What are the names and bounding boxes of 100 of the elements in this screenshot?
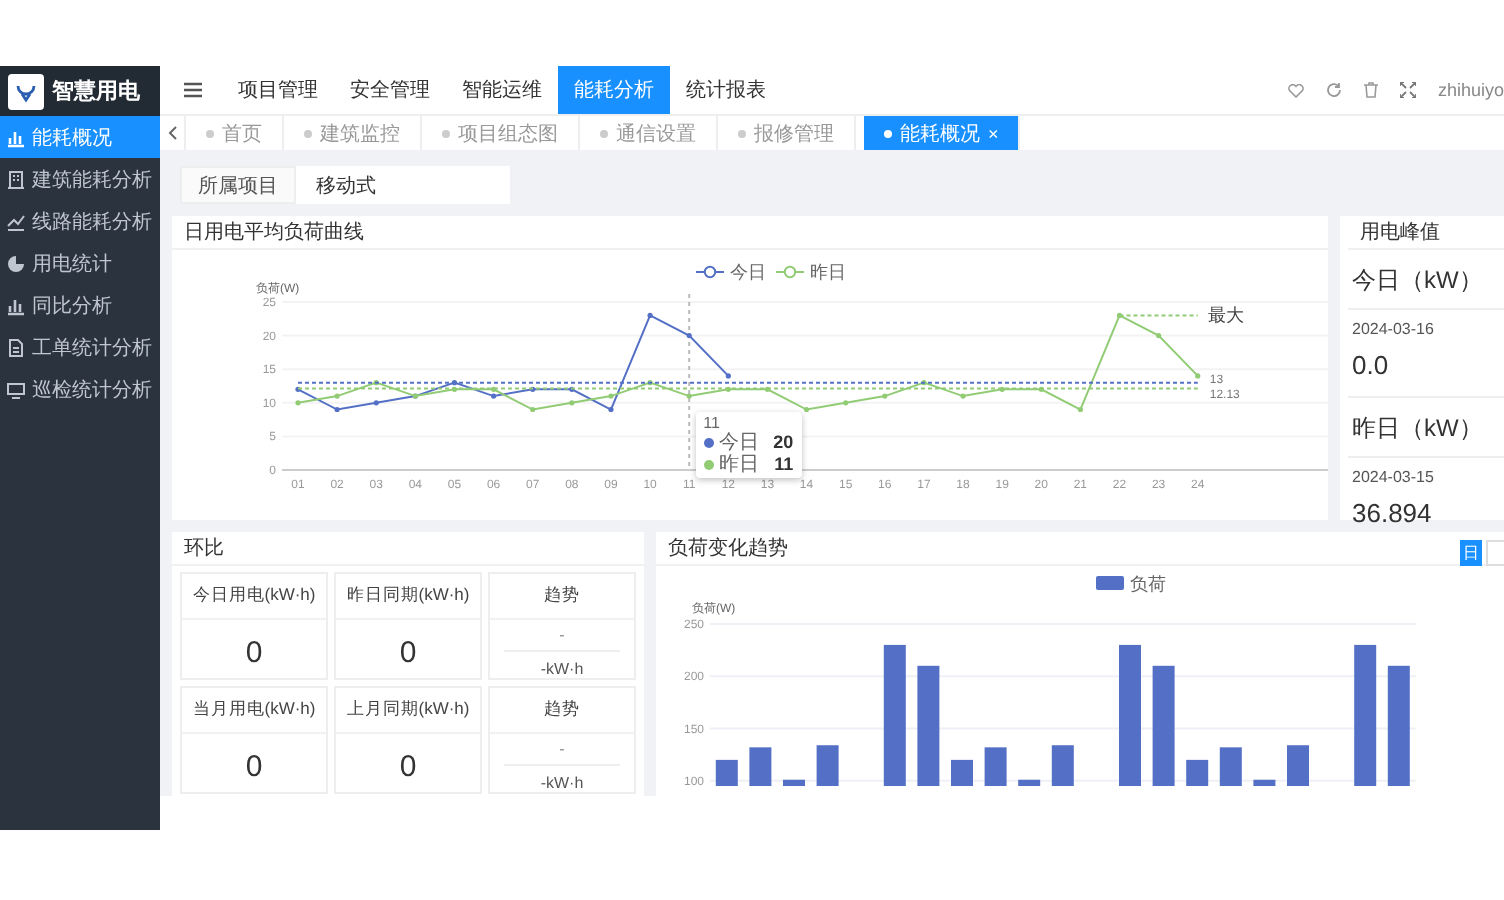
bar: [1119, 644, 1141, 786]
peak-label: 昨日（kW）: [1348, 398, 1504, 458]
data-point: [530, 386, 536, 392]
peak-value: 0.0: [1350, 348, 1391, 384]
data-point: [569, 400, 575, 406]
bar: [1253, 779, 1276, 786]
bar: [783, 779, 805, 786]
data-point: [725, 373, 731, 379]
sidebar-item[interactable]: 同比分析: [0, 284, 160, 326]
bar: [1354, 644, 1377, 786]
bar: [917, 665, 940, 786]
pie-chart-icon: [6, 253, 26, 273]
data-point: [960, 393, 966, 399]
bar: [1287, 745, 1309, 786]
stat-label: 昨日同期(kW·h): [336, 574, 480, 620]
bar: [1051, 745, 1074, 786]
card-title: 用电峰值: [1348, 216, 1504, 250]
fullscreen-icon[interactable]: [1399, 82, 1416, 98]
nav-tab[interactable]: 能耗分析: [558, 66, 670, 114]
bar: [749, 747, 772, 786]
sidebar-item[interactable]: 建筑能耗分析: [0, 158, 160, 200]
data-point: [569, 386, 575, 392]
data-point: [1038, 386, 1044, 392]
data-point: [921, 380, 927, 386]
trend-value: -: [504, 734, 620, 766]
legend-item[interactable]: 今日: [695, 262, 766, 282]
data-point: [530, 406, 536, 413]
data-point: [882, 393, 888, 399]
bar: [951, 759, 973, 786]
sidebar-item[interactable]: 线路能耗分析: [0, 200, 160, 242]
sidebar-item[interactable]: 能耗概况: [0, 116, 160, 158]
bar: [1219, 747, 1242, 786]
stat-label: 趋势: [490, 574, 634, 620]
user-name[interactable]: zhihuiyo: [1437, 80, 1504, 100]
series-name: 今日: [719, 432, 760, 454]
trend-unit: -kW·h: [540, 772, 584, 792]
card-title: 环比: [172, 532, 644, 566]
legend-item[interactable]: 昨日: [775, 262, 846, 282]
field-label: 所属项目: [180, 166, 296, 204]
data-point: [843, 400, 849, 406]
data-point: [686, 393, 692, 399]
peak-date: 2024-03-15: [1350, 466, 1436, 486]
bar: [715, 759, 738, 786]
nav-tab[interactable]: 项目管理: [222, 66, 334, 114]
data-point: [764, 386, 771, 392]
menu-icon[interactable]: [184, 82, 202, 98]
sidebar-item[interactable]: 用电统计: [0, 242, 160, 284]
bar-chart-icon: [6, 127, 26, 147]
data-point: [334, 406, 340, 413]
data-point: [608, 393, 614, 399]
peak-date: 2024-03-16: [1350, 318, 1436, 338]
stat-label: 趋势: [490, 688, 634, 734]
legend-item[interactable]: 负荷: [1096, 574, 1166, 594]
peak-label: 今日（kW）: [1348, 250, 1504, 310]
refresh-icon[interactable]: [1325, 82, 1342, 98]
data-point: [803, 406, 810, 413]
data-point: [647, 380, 653, 386]
data-point: [1077, 406, 1083, 413]
period-button[interactable]: 日: [1460, 540, 1482, 566]
app-title: 智慧用电: [52, 77, 140, 106]
bar: [1018, 779, 1041, 786]
page-tab[interactable]: 能耗概况 ×: [864, 116, 1021, 150]
data-point: [1116, 312, 1123, 319]
data-point: [1156, 333, 1162, 339]
bar: [1186, 759, 1209, 786]
nav-tab[interactable]: 统计报表: [670, 66, 782, 114]
stat-value: 0: [245, 636, 263, 670]
sidebar-item[interactable]: 巡检统计分析: [0, 368, 160, 410]
data-point: [608, 406, 614, 413]
line-chart-icon: [6, 211, 26, 231]
nav-tab[interactable]: 安全管理: [334, 66, 446, 114]
tooltip-title: 11: [703, 414, 722, 432]
stat-label: 今日用电(kW·h): [182, 574, 326, 620]
legend-label: 负荷: [1130, 574, 1166, 594]
legend-label: 昨日: [810, 262, 846, 282]
data-point: [295, 386, 301, 392]
bar: [1387, 665, 1410, 786]
building-icon: [6, 169, 26, 189]
series-name: 昨日: [719, 454, 760, 476]
peak-value: 36.894: [1350, 496, 1434, 532]
series-value: 11: [772, 454, 794, 476]
stat-value: 0: [399, 750, 417, 784]
trend-value: -: [504, 620, 620, 652]
trash-icon[interactable]: [1363, 82, 1378, 98]
sidebar-item[interactable]: 工单统计分析: [0, 326, 160, 368]
logo-icon: [8, 73, 44, 109]
bar: [883, 644, 906, 786]
data-point: [647, 312, 653, 319]
data-point: [1195, 373, 1201, 379]
series-value: 20: [771, 432, 794, 454]
data-point: [373, 380, 379, 386]
data-point: [334, 393, 340, 399]
document-icon: [6, 337, 26, 357]
bar: [816, 745, 839, 786]
nav-tab[interactable]: 智能运维: [446, 66, 558, 114]
data-point: [725, 386, 731, 392]
project-field[interactable]: 移动式: [296, 166, 510, 204]
heart-icon[interactable]: [1287, 83, 1304, 97]
data-point: [999, 386, 1005, 392]
stat-value: 0: [399, 636, 417, 670]
